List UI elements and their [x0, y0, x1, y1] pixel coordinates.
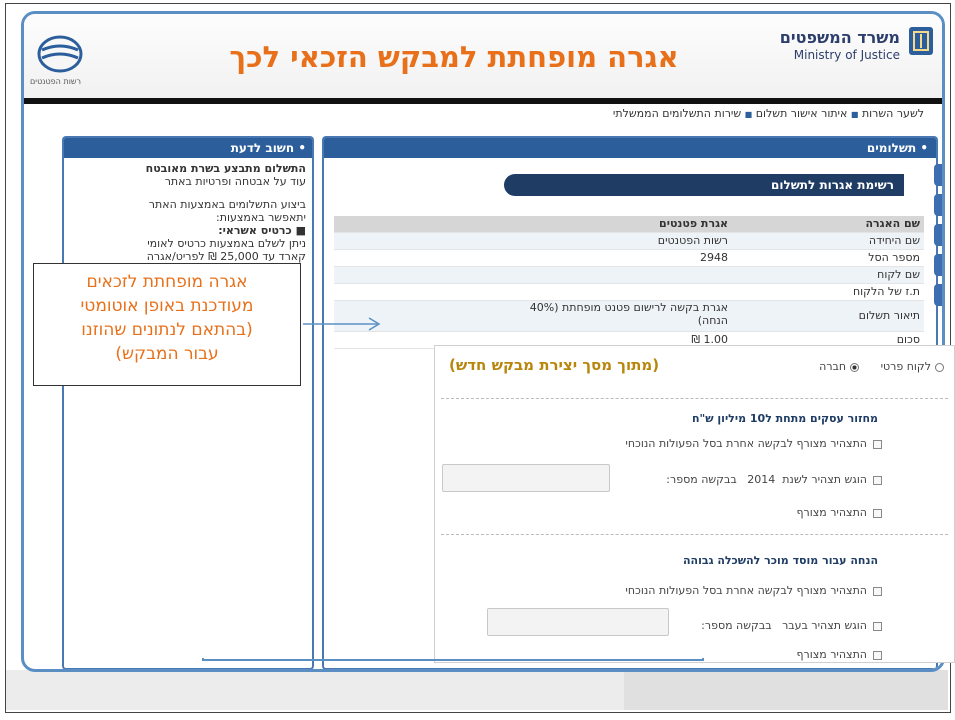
- row-value: רשות הפטנטים: [528, 233, 728, 249]
- sidebar-body: התשלום מתבצע בשרת מאובטח עוד על אבטחה ופ…: [64, 158, 312, 267]
- bracket-line: [202, 658, 704, 661]
- s2-check1-row: התצהיר מצורף לבקשה אחרת בסל הפעולות הנוכ…: [625, 584, 882, 597]
- side-tab[interactable]: [934, 254, 944, 276]
- callout-line: מעודכנת באופן אוטומטי: [34, 294, 300, 318]
- site-header: רשות הפטנטים אגרה מופחתת למבקש הזכאי לכך…: [24, 14, 942, 98]
- logo-caption: רשות הפטנטים: [30, 77, 81, 86]
- sidebar-heading: • חשוב לדעת: [64, 138, 312, 158]
- radio-company-label: חברה: [819, 360, 846, 373]
- s1-checkbox-submitted-year[interactable]: [873, 476, 882, 485]
- side-tabs: [934, 164, 944, 364]
- s2-checkbox-attached-other[interactable]: [873, 587, 882, 596]
- s1-check3-row: התצהיר מצורף: [796, 506, 882, 519]
- row-label: מספר הסל: [830, 250, 920, 266]
- state-emblem-icon: [908, 26, 934, 56]
- callout-line: עבור המבקש): [34, 342, 300, 366]
- s1-check2-prefix: הוגש תצהיר לשנת: [782, 473, 867, 486]
- table-row: שם לקוח: [334, 267, 924, 284]
- s2-check1-label: התצהיר מצורף לבקשה אחרת בסל הפעולות הנוכ…: [625, 584, 867, 597]
- sidebar-link[interactable]: עוד על אבטחה ופרטיות באתר: [70, 175, 306, 188]
- row-label: שם האגרה: [830, 216, 920, 232]
- table-row: ת.ז של הלקוח: [334, 284, 924, 301]
- s1-request-number-input[interactable]: [442, 464, 610, 492]
- breadcrumb-separator: ■: [745, 110, 753, 119]
- s2-request-number-input[interactable]: [487, 608, 669, 636]
- breadcrumb-separator: ■: [851, 110, 859, 119]
- callout-arrow-icon: [303, 314, 383, 334]
- table-row: תיאור תשלום אגרת בקשה לרישום פטנט מופחתת …: [334, 301, 924, 332]
- ministry-name-en: Ministry of Justice: [794, 48, 900, 62]
- sidebar-line: ביצוע התשלומים באמצעות האתר: [70, 198, 306, 211]
- s1-check2-year: 2014: [747, 473, 775, 486]
- sidebar-line: ■ כרטיס אשראי:: [70, 224, 306, 237]
- radio-company[interactable]: [850, 363, 859, 372]
- overlay-top: לקוח פרטי חברה (מתוך מסך יצירת מבקש חדש): [435, 346, 955, 390]
- table-row: שם היחידה רשות הפטנטים: [334, 233, 924, 250]
- row-value: אגרת בקשה לרישום פטנט מופחתת (40% הנחה): [528, 301, 728, 327]
- sidebar-line: [70, 188, 306, 198]
- row-label: שם היחידה: [830, 233, 920, 249]
- divider: [441, 534, 948, 535]
- s2-check3-label: התצהיר מצורף: [796, 648, 867, 661]
- row-label: שם לקוח: [830, 267, 920, 283]
- payments-heading: • תשלומים: [324, 138, 936, 158]
- s1-check1-row: התצהיר מצורף לבקשה אחרת בסל הפעולות הנוכ…: [625, 437, 882, 450]
- sidebar-line: יתאפשר באמצעות:: [70, 211, 306, 224]
- info-sidebar: • חשוב לדעת התשלום מתבצע בשרת מאובטח עוד…: [62, 136, 314, 670]
- side-tab[interactable]: [934, 224, 944, 246]
- callout-line: אגרה מופחתת לזכאים: [34, 270, 300, 294]
- annotation-callout: אגרה מופחתת לזכאים מעודכנת באופן אוטומטי…: [33, 263, 301, 386]
- divider: [441, 398, 948, 399]
- s2-checkbox-attached[interactable]: [873, 651, 882, 660]
- breadcrumb-item[interactable]: שירות התשלומים הממשלתי: [613, 107, 741, 120]
- fee-list-title: רשימת אגרות לתשלום: [504, 174, 904, 196]
- side-tab[interactable]: [934, 164, 944, 186]
- s1-check1-label: התצהיר מצורף לבקשה אחרת בסל הפעולות הנוכ…: [625, 437, 867, 450]
- breadcrumb-item[interactable]: לשער השרות: [862, 107, 924, 120]
- s2-check2-suffix: בבקשה מספר:: [701, 619, 771, 632]
- patent-authority-logo-icon: [36, 34, 84, 74]
- s2-check2-prefix: הוגש תצהיר בעבר: [782, 619, 867, 632]
- section-higher-education: הנחה עבור מוסד מוכר להשכלה גבוהה: [683, 554, 878, 567]
- sidebar-line: התשלום מתבצע בשרת מאובטח: [70, 162, 306, 175]
- sidebar-line: ניתן לשלם באמצעות כרטיס לאומי: [70, 237, 306, 250]
- sidebar-line: קארד עד 25,000 ₪ לפריט/אגרה: [70, 250, 306, 263]
- s1-checkbox-attached-other[interactable]: [873, 440, 882, 449]
- overlay-title: (מתוך מסך יצירת מבקש חדש): [449, 356, 659, 374]
- s1-checkbox-attached[interactable]: [873, 509, 882, 518]
- page-title: אגרה מופחתת למבקש הזכאי לכך: [174, 40, 734, 74]
- section-small-business: מחזור עסקים מתחת ל10 מיליון ש"ח: [692, 412, 878, 425]
- fee-table: שם האגרה אגרת פטנטים שם היחידה רשות הפטנטים…: [334, 216, 924, 349]
- side-tab[interactable]: [934, 284, 944, 306]
- ministry-name-he: משרד המשפטים: [780, 28, 900, 47]
- side-tab[interactable]: [934, 194, 944, 216]
- new-applicant-form-overlay: לקוח פרטי חברה (מתוך מסך יצירת מבקש חדש)…: [434, 345, 955, 663]
- s2-check2-row: הוגש תצהיר בעבר בבקשה מספר:: [701, 619, 882, 632]
- s1-check3-label: התצהיר מצורף: [796, 506, 867, 519]
- bottom-strip: [6, 670, 948, 710]
- s1-check2-suffix: בבקשה מספר:: [666, 473, 736, 486]
- radio-private-customer[interactable]: [935, 363, 944, 372]
- row-value: 2948: [528, 250, 728, 266]
- row-label: ת.ז של הלקוח: [830, 284, 920, 300]
- radio-private-label: לקוח פרטי: [881, 360, 931, 373]
- callout-line: (בהתאם לנתונים שהוזנו: [34, 318, 300, 342]
- row-value: אגרת פטנטים: [528, 216, 728, 232]
- table-row: שם האגרה אגרת פטנטים: [334, 216, 924, 233]
- table-row: מספר הסל 2948: [334, 250, 924, 267]
- bottom-shade: [624, 670, 948, 710]
- s2-check3-row: התצהיר מצורף: [796, 648, 882, 661]
- s1-check2-row: הוגש תצהיר לשנת 2014 בבקשה מספר:: [666, 473, 882, 486]
- customer-type-radio-group: לקוח פרטי חברה: [819, 360, 948, 373]
- breadcrumb-item[interactable]: איתור אישור תשלום: [756, 107, 848, 120]
- breadcrumb: לשער השרות ■ איתור אישור תשלום ■ שירות ה…: [24, 104, 924, 126]
- row-label: תיאור תשלום: [830, 301, 920, 331]
- s2-checkbox-submitted-past[interactable]: [873, 622, 882, 631]
